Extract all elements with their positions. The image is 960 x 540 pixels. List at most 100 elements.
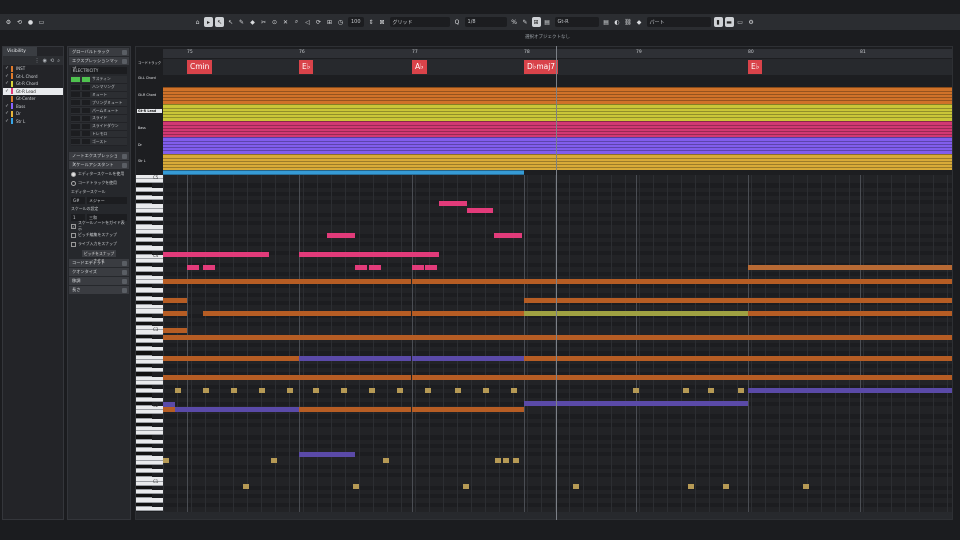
chord-note[interactable]	[163, 311, 187, 316]
drum-note[interactable]	[683, 388, 689, 393]
piano-black-key[interactable]	[136, 271, 152, 276]
articulation-row[interactable]: スライド	[71, 114, 127, 123]
chord-note[interactable]	[748, 311, 952, 316]
piano-black-key[interactable]	[136, 322, 152, 327]
scale-option-chordtrack[interactable]: コードトラックを使用	[71, 179, 127, 187]
lane-label[interactable]: Gt-L Chord	[137, 76, 162, 80]
filter-icon[interactable]: ⋮	[35, 58, 40, 64]
chord-event[interactable]: E♭	[299, 60, 314, 74]
lane-label[interactable]: Gt-R Chord	[137, 93, 162, 97]
visibility-track-row[interactable]: ✓ INST	[3, 65, 63, 73]
drum-note[interactable]	[243, 484, 249, 489]
grid-type-select[interactable]: グリッド	[389, 17, 450, 27]
chord-note[interactable]	[163, 279, 299, 284]
lead-note[interactable]	[327, 252, 355, 257]
chord-note[interactable]	[299, 279, 411, 284]
piano-black-key[interactable]	[136, 334, 152, 339]
articulation-slot[interactable]	[71, 92, 80, 98]
piano-black-key[interactable]	[136, 233, 152, 238]
chord-note[interactable]	[524, 279, 952, 284]
track-part[interactable]	[163, 87, 952, 104]
articulation-slot[interactable]	[82, 123, 90, 129]
lead-note[interactable]	[187, 252, 215, 257]
piano-black-key[interactable]	[136, 284, 152, 289]
chord-event[interactable]: E♭	[748, 60, 763, 74]
piano-black-key[interactable]	[136, 313, 152, 318]
timing-icon[interactable]: ◷	[336, 17, 345, 27]
chord-note[interactable]	[524, 356, 952, 361]
lead-note[interactable]	[383, 252, 411, 257]
piano-keyboard[interactable]: C5 C4 C3 C2 C1	[136, 175, 163, 512]
lead-note[interactable]	[299, 252, 327, 257]
pencil-tool-icon[interactable]: ✎	[237, 17, 246, 27]
lane-label[interactable]: コードトラック	[137, 60, 162, 65]
chord-note[interactable]	[299, 311, 411, 316]
bass-note[interactable]	[524, 401, 748, 406]
piano-black-key[interactable]	[136, 422, 152, 427]
drum-note[interactable]	[369, 388, 375, 393]
chord-note[interactable]	[163, 335, 952, 340]
bass-note[interactable]	[163, 402, 175, 407]
layout-left-icon[interactable]: ▮	[713, 17, 723, 27]
bass-note[interactable]	[175, 407, 299, 412]
bass-note[interactable]	[299, 452, 327, 457]
articulation-slot[interactable]	[71, 84, 80, 90]
expression-map-select[interactable]: ELECTRICITY	[71, 67, 127, 74]
section-global-tracks[interactable]: グローバルトラック	[69, 48, 129, 56]
drum-note[interactable]	[455, 388, 461, 393]
mute-tool-icon[interactable]: ✕	[281, 17, 290, 27]
edit-icon[interactable]: ✎	[521, 17, 530, 27]
track-part[interactable]	[163, 121, 952, 137]
speaker-icon[interactable]: ◁	[303, 17, 312, 27]
gear-icon[interactable]: ⚙	[747, 17, 756, 27]
bass-note[interactable]	[412, 356, 524, 361]
pointer-tool-icon[interactable]: ↖	[226, 17, 235, 27]
articulation-slot[interactable]	[71, 108, 80, 114]
checkmark-icon[interactable]: ✓	[3, 89, 11, 94]
piano-black-key[interactable]	[136, 212, 152, 217]
home-icon[interactable]: ⌂	[193, 17, 202, 27]
piano-black-key[interactable]	[136, 263, 152, 268]
drum-note[interactable]	[803, 484, 809, 489]
bass-note[interactable]	[327, 452, 355, 457]
track-select[interactable]: Gt-R	[554, 17, 599, 27]
checkmark-icon[interactable]: ✓	[3, 111, 11, 116]
visibility-track-row[interactable]: Gt-Center	[3, 95, 63, 103]
lead-note[interactable]	[243, 252, 269, 257]
section-transpose[interactable]: 移調	[69, 277, 129, 286]
bass-note[interactable]	[299, 356, 411, 361]
chord-note[interactable]	[412, 407, 524, 412]
chord-note[interactable]	[524, 375, 748, 380]
drum-note[interactable]	[353, 484, 359, 489]
quantize-grid-icon[interactable]: Q	[453, 17, 462, 27]
visibility-track-row[interactable]: ✓ Gt-R Lead	[3, 87, 63, 95]
articulation-slot[interactable]	[82, 108, 90, 114]
grid-icon[interactable]: ⊠	[378, 17, 387, 27]
lead-note[interactable]	[425, 265, 437, 270]
checkmark-icon[interactable]: ✓	[3, 81, 11, 86]
part-icon[interactable]: ◆	[635, 17, 644, 27]
section-length[interactable]: 長さ	[69, 286, 129, 295]
drum-note[interactable]	[723, 484, 729, 489]
lead-note[interactable]	[355, 252, 383, 257]
checkbox-icon[interactable]	[71, 241, 76, 247]
piano-black-key[interactable]	[136, 351, 152, 356]
lead-note[interactable]	[327, 233, 355, 238]
piano-black-key[interactable]	[136, 372, 152, 377]
checkbox-icon[interactable]	[71, 232, 76, 238]
piano-black-key[interactable]	[136, 452, 152, 457]
record-icon[interactable]: ●	[26, 17, 35, 27]
drum-note[interactable]	[271, 458, 277, 463]
snap-icon[interactable]: ⊞	[531, 17, 541, 27]
section-chord-edit[interactable]: コードエディット	[69, 259, 129, 268]
articulation-row[interactable]: ミュート	[71, 91, 127, 100]
articulation-slot[interactable]	[71, 123, 80, 129]
piano-black-key[interactable]	[136, 393, 152, 398]
piano-black-key[interactable]	[136, 221, 152, 226]
link-icon[interactable]: ⛓	[624, 17, 633, 27]
chord-note[interactable]	[299, 407, 411, 412]
articulation-row[interactable]: ゴースト	[71, 138, 127, 147]
articulation-row[interactable]: サスティン	[71, 76, 127, 84]
piano-black-key[interactable]	[136, 385, 152, 390]
piano-black-key[interactable]	[136, 183, 152, 188]
